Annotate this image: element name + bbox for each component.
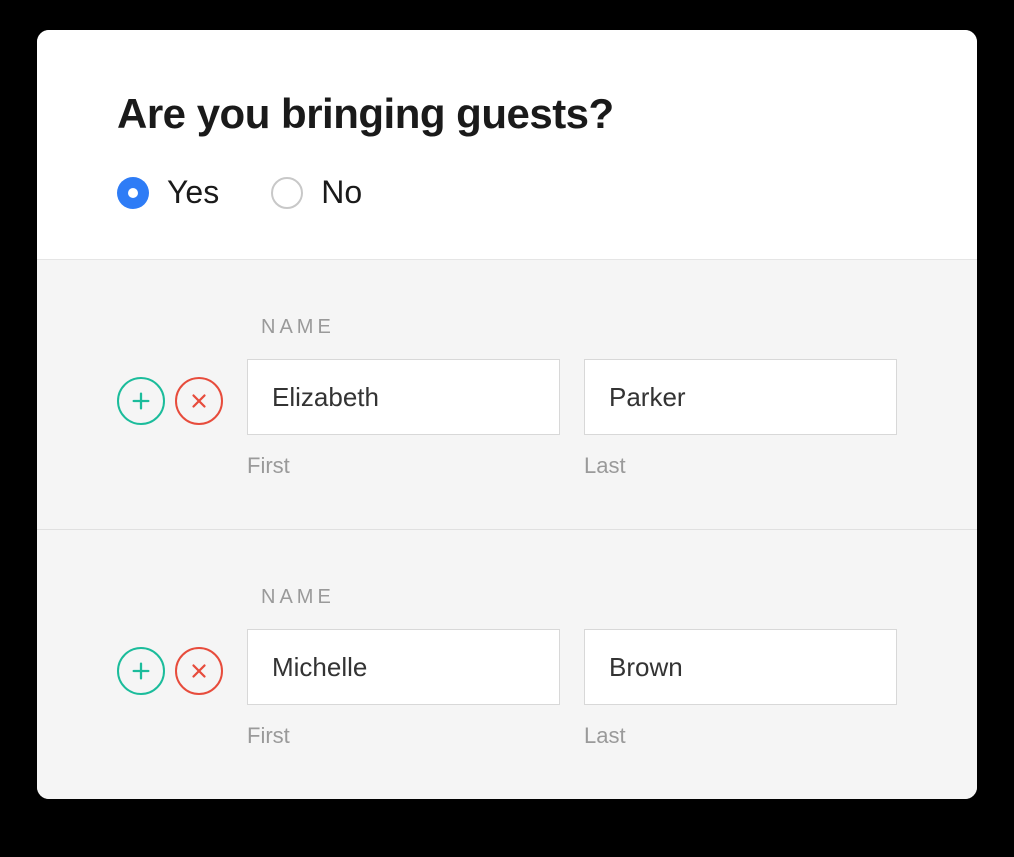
name-section-label: NAME [261, 316, 897, 339]
guest-row-content: First Last [117, 629, 897, 749]
first-name-input[interactable] [247, 359, 560, 435]
last-name-input[interactable] [584, 629, 897, 705]
first-name-input[interactable] [247, 629, 560, 705]
name-section-label: NAME [261, 586, 897, 609]
form-card: Are you bringing guests? Yes No NAME [37, 30, 977, 799]
first-name-field-wrap: First [247, 629, 560, 749]
last-name-sublabel: Last [584, 723, 897, 749]
close-icon [188, 660, 210, 682]
radio-option-no[interactable]: No [271, 174, 362, 211]
radio-option-yes[interactable]: Yes [117, 174, 219, 211]
question-title: Are you bringing guests? [117, 90, 897, 138]
radio-group: Yes No [117, 174, 897, 211]
first-name-sublabel: First [247, 453, 560, 479]
name-fields: First Last [247, 629, 897, 749]
row-actions [117, 359, 223, 425]
form-header: Are you bringing guests? Yes No [37, 30, 977, 259]
plus-icon [130, 390, 152, 412]
radio-yes-indicator [117, 177, 149, 209]
guest-row: NAME First La [37, 530, 977, 799]
remove-guest-button[interactable] [175, 647, 223, 695]
guest-row-content: First Last [117, 359, 897, 479]
last-name-sublabel: Last [584, 453, 897, 479]
add-guest-button[interactable] [117, 377, 165, 425]
first-name-field-wrap: First [247, 359, 560, 479]
radio-yes-label: Yes [167, 174, 219, 211]
name-fields: First Last [247, 359, 897, 479]
last-name-input[interactable] [584, 359, 897, 435]
close-icon [188, 390, 210, 412]
guest-list-section: NAME First La [37, 259, 977, 799]
radio-no-label: No [321, 174, 362, 211]
row-actions [117, 629, 223, 695]
guest-row: NAME First La [37, 260, 977, 530]
radio-no-indicator [271, 177, 303, 209]
add-guest-button[interactable] [117, 647, 165, 695]
remove-guest-button[interactable] [175, 377, 223, 425]
plus-icon [130, 660, 152, 682]
first-name-sublabel: First [247, 723, 560, 749]
last-name-field-wrap: Last [584, 359, 897, 479]
last-name-field-wrap: Last [584, 629, 897, 749]
